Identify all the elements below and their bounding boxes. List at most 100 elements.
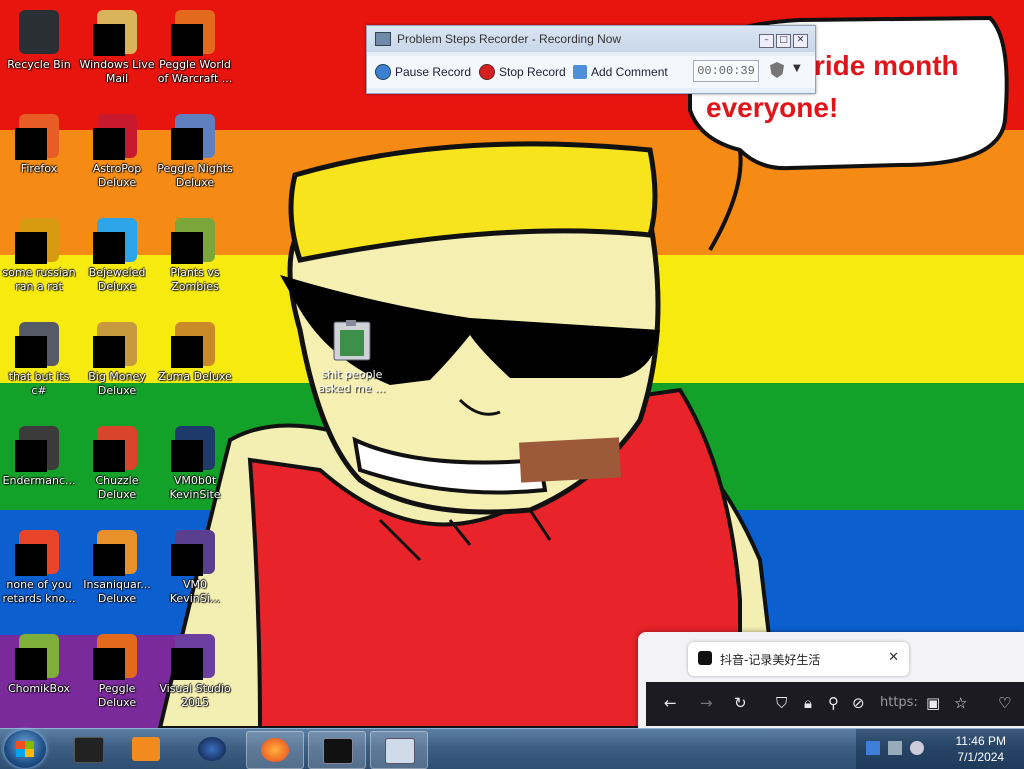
media-player-icon xyxy=(132,737,160,761)
desktop-icon[interactable]: Peggle Deluxe xyxy=(78,628,156,710)
psr-title: Problem Steps Recorder - Recording Now xyxy=(397,32,622,46)
desktop-icon-label: Peggle Deluxe xyxy=(97,682,137,709)
desktop-icon-label: none of you retards kno... xyxy=(2,578,76,605)
desktop-icon[interactable]: Endermanc... xyxy=(0,420,78,488)
desktop-icon[interactable]: Peggle Nights Deluxe xyxy=(156,108,234,190)
app-icon-image xyxy=(19,10,59,54)
taskbar-psr[interactable] xyxy=(370,731,428,769)
shield-icon[interactable] xyxy=(770,62,784,78)
redaction-box xyxy=(171,24,203,56)
desktop-folder-shortcut[interactable]: shit people asked me ... xyxy=(312,318,392,396)
psr-toolbar: Pause Record Stop Record Add Comment 00:… xyxy=(367,56,815,88)
tab-close-icon[interactable]: ✕ xyxy=(888,650,899,665)
reader-view-icon[interactable]: ▣ xyxy=(926,694,940,712)
redaction-box xyxy=(15,440,47,472)
desktop-icon[interactable]: Windows Live Mail xyxy=(78,4,156,86)
maximize-button[interactable]: □ xyxy=(776,34,791,48)
add-comment-button[interactable]: Add Comment xyxy=(573,62,668,82)
desktop-icon[interactable]: Chuzzle Deluxe xyxy=(78,420,156,502)
desktop-icon[interactable]: Visual Studio 2015 xyxy=(156,628,234,710)
desktop-icon-label: Plants vs Zombies xyxy=(170,266,220,293)
desktop-icon[interactable]: Peggle World of Warcraft ... xyxy=(156,4,234,86)
app-icon xyxy=(93,632,141,680)
desktop-icon[interactable]: Bejeweled Deluxe xyxy=(78,212,156,294)
psr-icon xyxy=(385,738,415,764)
stop-record-button[interactable]: Stop Record xyxy=(479,62,566,82)
lock-icon[interactable]: 🔒︎ xyxy=(804,694,812,712)
taskbar-console[interactable] xyxy=(308,731,366,769)
redaction-box xyxy=(15,128,47,160)
desktop-icon[interactable]: Big Money Deluxe xyxy=(78,316,156,398)
problem-steps-recorder-window[interactable]: Problem Steps Recorder - Recording Now –… xyxy=(366,25,816,94)
desktop-icon[interactable]: Firefox xyxy=(0,108,78,176)
desktop-icon-label: Bejeweled Deluxe xyxy=(88,266,146,293)
url-field[interactable]: https: xyxy=(880,695,918,710)
app-icon xyxy=(171,320,219,368)
folder-icon xyxy=(333,320,371,361)
shield-icon[interactable]: ⛉ xyxy=(776,694,787,712)
taskbar-app-1[interactable] xyxy=(60,731,116,767)
taskbar-media-player[interactable] xyxy=(118,731,174,767)
reload-icon[interactable]: ↻ xyxy=(734,694,747,712)
desktop-icon[interactable]: ChomikBox xyxy=(0,628,78,696)
desktop-icon[interactable]: Plants vs Zombies xyxy=(156,212,234,294)
clock[interactable]: 11:46 PM 7/1/2024 xyxy=(956,733,1006,765)
minimize-button[interactable]: – xyxy=(759,34,774,48)
desktop-icon-label: Recycle Bin xyxy=(7,58,71,71)
desktop-icon-label: Peggle Nights Deluxe xyxy=(157,162,233,189)
pause-record-button[interactable]: Pause Record xyxy=(375,62,471,82)
desktop-icon[interactable]: VM0b0t KevinSite xyxy=(156,420,234,502)
close-button[interactable]: ✕ xyxy=(793,34,808,48)
desktop-icon[interactable]: that but its c# xyxy=(0,316,78,398)
stop-icon xyxy=(479,64,495,80)
redaction-box xyxy=(15,232,47,264)
app-icon xyxy=(15,632,63,680)
taskbar: 11:46 PM 7/1/2024 xyxy=(0,728,1024,769)
desktop-icon-label: Endermanc... xyxy=(2,474,76,487)
desktop-icon-label: Insaniquar... Deluxe xyxy=(83,578,151,605)
redaction-box xyxy=(15,336,47,368)
redaction-box xyxy=(93,232,125,264)
desktop-icon[interactable]: Insaniquar... Deluxe xyxy=(78,524,156,606)
desktop-icon[interactable]: VM0 KevinSi... xyxy=(156,524,234,606)
pause-icon xyxy=(375,64,391,80)
network-icon[interactable] xyxy=(888,741,902,755)
desktop-icon-label: Zuma Deluxe xyxy=(158,370,232,383)
pause-record-label: Pause Record xyxy=(395,65,472,79)
start-button[interactable] xyxy=(4,730,46,768)
app-icon xyxy=(93,528,141,576)
app-icon xyxy=(171,216,219,264)
volume-icon[interactable] xyxy=(910,741,924,755)
desktop-icon[interactable]: Recycle Bin xyxy=(0,4,78,72)
taskbar-firefox[interactable] xyxy=(246,731,304,769)
tracking-blocked-icon[interactable]: ⊘ xyxy=(852,694,865,712)
desktop-icon[interactable]: some russian ran a rat xyxy=(0,212,78,294)
app-icon xyxy=(15,528,63,576)
bookmark-star-icon[interactable]: ☆ xyxy=(954,694,967,712)
windows-logo-icon xyxy=(16,741,34,757)
app-tray-icon[interactable] xyxy=(866,741,880,755)
permissions-icon[interactable]: ⚲ xyxy=(828,694,839,712)
psr-titlebar[interactable]: Problem Steps Recorder - Recording Now –… xyxy=(367,26,815,52)
pocket-icon[interactable]: ♡ xyxy=(998,694,1011,712)
system-tray: 11:46 PM 7/1/2024 xyxy=(856,729,1024,769)
desktop-icon[interactable]: none of you retards kno... xyxy=(0,524,78,606)
taskbar-app-3[interactable] xyxy=(184,731,240,767)
chevron-down-icon[interactable]: ▼ xyxy=(793,63,801,74)
back-arrow-icon[interactable]: ← xyxy=(664,694,677,712)
recording-timer: 00:00:39 xyxy=(693,60,759,82)
redaction-box xyxy=(93,440,125,472)
console-icon xyxy=(323,738,353,764)
desktop-icon-label: some russian ran a rat xyxy=(2,266,76,293)
redaction-box xyxy=(171,648,203,680)
app-icon xyxy=(15,216,63,264)
app-icon xyxy=(93,424,141,472)
browser-window[interactable]: 抖音-记录美好生活 ✕ ← → ↻ ⛉ 🔒︎ ⚲ ⊘ https: ▣ ☆ ♡ xyxy=(638,632,1024,728)
forward-arrow-icon[interactable]: → xyxy=(700,694,713,712)
desktop-icon[interactable]: AstroPop Deluxe xyxy=(78,108,156,190)
desktop-icon-label: Peggle World of Warcraft ... xyxy=(157,58,233,85)
app-icon xyxy=(93,216,141,264)
browser-tab[interactable]: 抖音-记录美好生活 ✕ xyxy=(688,642,909,676)
desktop-icon-label: ChomikBox xyxy=(8,682,70,695)
desktop-icon[interactable]: Zuma Deluxe xyxy=(156,316,234,384)
